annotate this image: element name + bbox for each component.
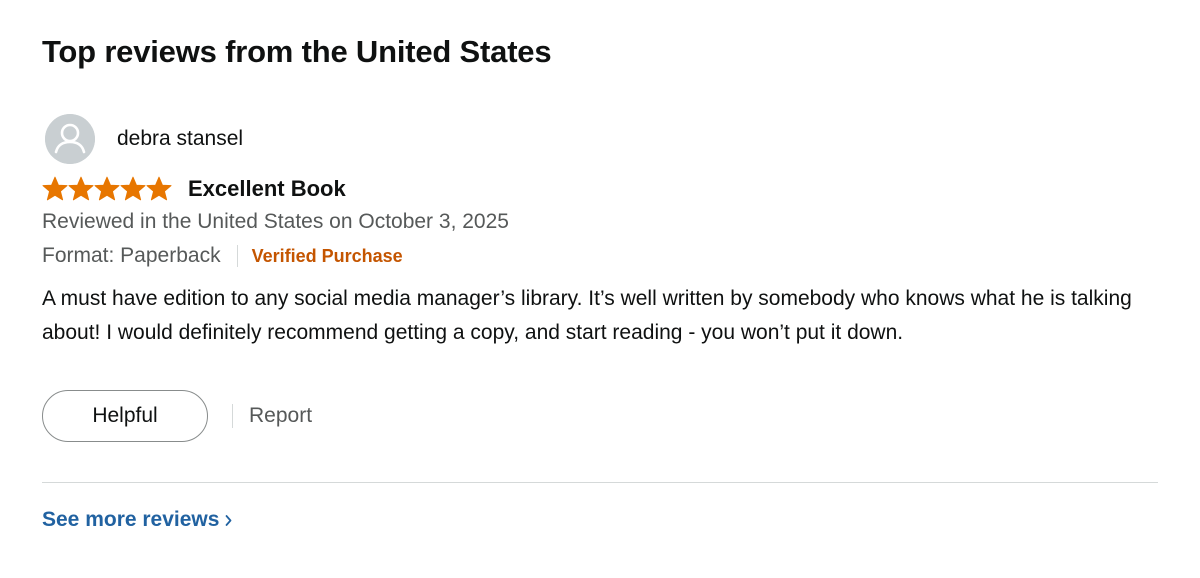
default-user-avatar-icon <box>45 114 95 164</box>
helpful-button[interactable]: Helpful <box>42 390 208 442</box>
star-icon <box>146 176 172 201</box>
review-title[interactable]: Excellent Book <box>188 176 346 202</box>
rating-row: Excellent Book <box>42 176 346 202</box>
star-icon <box>120 176 146 201</box>
reviewer-name[interactable]: debra stansel <box>117 127 243 151</box>
star-rating[interactable] <box>42 176 172 202</box>
review-date: Reviewed in the United States on October… <box>42 210 509 233</box>
verified-purchase-badge: Verified Purchase <box>251 245 403 266</box>
section-divider <box>42 482 1158 483</box>
section-title: Top reviews from the United States <box>42 34 552 69</box>
reviewer-profile[interactable]: debra stansel <box>45 114 243 164</box>
action-divider <box>232 404 233 428</box>
format-label[interactable]: Format: Paperback <box>42 244 221 268</box>
see-more-reviews-label: See more reviews <box>42 508 220 531</box>
star-icon <box>68 176 94 201</box>
star-icon <box>94 176 120 201</box>
star-icon <box>42 176 68 201</box>
report-link[interactable]: Report <box>249 404 312 428</box>
reviews-section: Top reviews from the United States debra… <box>0 0 1200 578</box>
meta-divider <box>236 245 238 267</box>
review-meta: Format: Paperback Verified Purchase <box>42 244 403 268</box>
chevron-right-icon <box>226 515 232 526</box>
review-body: A must have edition to any social media … <box>42 287 1132 344</box>
see-more-reviews-link[interactable]: See more reviews <box>42 508 233 532</box>
review-actions: Helpful Report <box>42 390 312 442</box>
